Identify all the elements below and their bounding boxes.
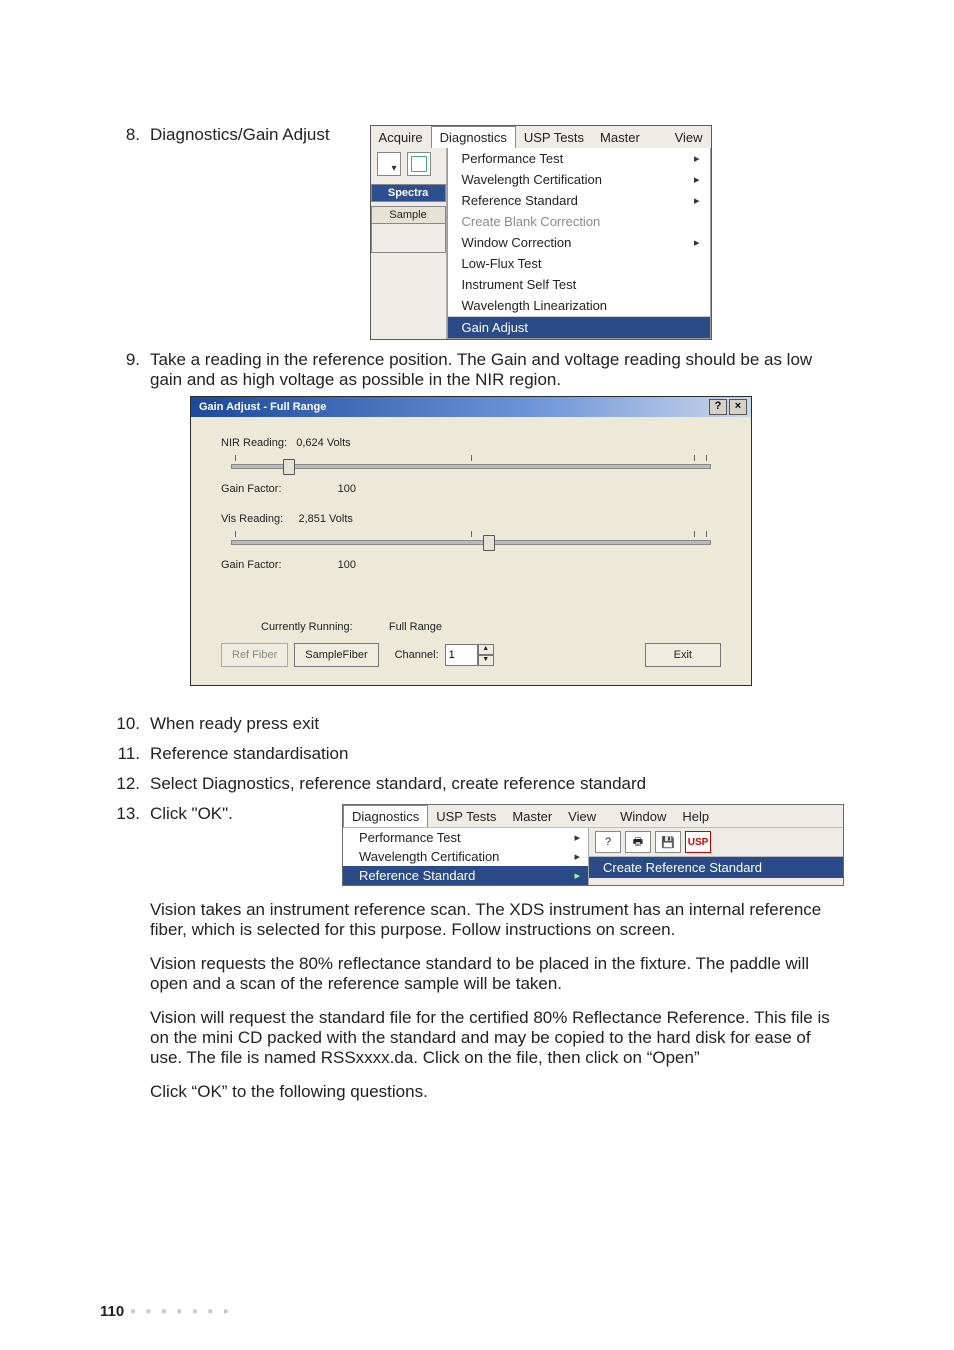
menu-diagnostics[interactable]: Diagnostics [431,126,516,148]
channel-input[interactable] [445,644,478,666]
step-8-text: Diagnostics/Gain Adjust [150,125,330,145]
step-10-text: When ready press exit [150,714,844,734]
step-13-number: 13. [110,804,140,1116]
spinner-down-icon[interactable]: ▼ [478,655,494,666]
diagnostics-dropdown: Performance Test▸ Wavelength Certificati… [447,148,711,339]
channel-spinner[interactable]: ▲ ▼ [445,644,494,666]
vis-gain-factor: Gain Factor: 100 [221,559,721,571]
step-12: 12. Select Diagnostics, reference standa… [110,774,844,794]
menu2-usp[interactable]: USP Tests [428,806,504,827]
nir-reading-value: 0,624 Volts [296,437,350,449]
chevron-right-icon: ▸ [694,236,700,249]
dd-gain-adjust[interactable]: Gain Adjust [448,316,710,338]
vis-gain-slider[interactable] [221,531,721,553]
dd-create-blank-correction: Create Blank Correction [448,211,710,232]
vis-reading-value: 2,851 Volts [298,513,352,525]
close-button[interactable]: × [729,399,747,415]
chevron-right-icon: ▸ [694,152,700,165]
spinner-up-icon[interactable]: ▲ [478,644,494,655]
menu2-toolbar: ? 🖶 💾 USP [589,828,843,857]
spectra-tab[interactable]: Spectra [371,184,446,202]
step-9-number: 9. [110,350,140,704]
paragraph-3: Vision will request the standard file fo… [150,1008,844,1068]
new-doc-tool-icon[interactable] [407,152,431,176]
menu2-view[interactable]: View [560,806,604,827]
reference-standard-menu-screenshot: Diagnostics USP Tests Master View Window… [342,804,844,886]
currently-running: Currently Running: Full Range [261,621,721,633]
diagnostics-menu-screenshot: Acquire Diagnostics USP Tests Master Vie… [370,125,712,340]
dd-low-flux-test[interactable]: Low-Flux Test [448,253,710,274]
menu-usp-tests[interactable]: USP Tests [516,127,592,148]
chevron-right-icon: ▸ [694,173,700,186]
menu-acquire[interactable]: Acquire [371,127,431,148]
chevron-right-icon: ▸ [574,869,580,882]
step-9: 9. Take a reading in the reference posit… [110,350,844,704]
nir-reading-label: NIR Reading: [221,437,287,449]
menu2-dropdown: Performance Test▸ Wavelength Certificati… [343,828,589,885]
menu-master[interactable]: Master [592,127,648,148]
dialog-title: Gain Adjust - Full Range [199,401,326,413]
vis-reading-line: Vis Reading: 2,851 Volts [221,513,721,525]
help-tool-icon[interactable]: ? [595,831,621,853]
dropdown-tool-icon[interactable] [377,152,401,176]
instruction-list: 8. Diagnostics/Gain Adjust Acquire Diagn… [110,125,844,1116]
chevron-right-icon: ▸ [574,850,580,863]
menu2-wavelength-cert[interactable]: Wavelength Certification▸ [343,847,588,866]
step-9-text: Take a reading in the reference position… [150,350,844,390]
paragraph-4: Click “OK” to the following questions. [150,1082,844,1102]
print-tool-icon[interactable]: 🖶 [625,831,651,853]
sample-fiber-button[interactable]: SampleFiber [294,643,378,667]
menu2-performance-test[interactable]: Performance Test▸ [343,828,588,847]
paragraph-1: Vision takes an instrument reference sca… [150,900,844,940]
nir-gain-factor: Gain Factor: 100 [221,483,721,495]
step-12-number: 12. [110,774,140,794]
step-11-number: 11. [110,744,140,764]
footer-dots-icon: ▪ ▪ ▪ ▪ ▪ ▪ ▪ [130,1303,231,1320]
chevron-right-icon: ▸ [574,831,580,844]
save-tool-icon[interactable]: 💾 [655,831,681,853]
menu2-bar: Diagnostics USP Tests Master View Window… [343,805,843,828]
menu2-reference-standard[interactable]: Reference Standard▸ [343,866,588,885]
menu2-diagnostics[interactable]: Diagnostics [343,805,428,827]
step-8: 8. Diagnostics/Gain Adjust Acquire Diagn… [110,125,844,340]
exit-button[interactable]: Exit [645,643,721,667]
nir-reading-line: NIR Reading: 0,624 Volts [221,437,721,449]
toolbar-column: Spectra Sample [371,148,447,339]
help-button[interactable]: ? [709,399,727,415]
dd-reference-standard[interactable]: Reference Standard▸ [448,190,710,211]
usp-tool-icon[interactable]: USP [685,831,711,853]
paragraph-2: Vision requests the 80% reflectance stan… [150,954,844,994]
sample-tab[interactable]: Sample [371,206,446,224]
page-number: 110▪ ▪ ▪ ▪ ▪ ▪ ▪ [100,1303,231,1320]
menu-bar: Acquire Diagnostics USP Tests Master Vie… [371,126,711,148]
dd-instrument-self-test[interactable]: Instrument Self Test [448,274,710,295]
menu-view[interactable]: View [667,127,711,148]
step-10: 10. When ready press exit [110,714,844,734]
step-10-number: 10. [110,714,140,734]
dd-performance-test[interactable]: Performance Test▸ [448,148,710,169]
dd-wavelength-cert[interactable]: Wavelength Certification▸ [448,169,710,190]
sample-row [371,224,446,253]
dd-wavelength-linearization[interactable]: Wavelength Linearization [448,295,710,316]
step-12-text: Select Diagnostics, reference standard, … [150,774,844,794]
gain-adjust-dialog: Gain Adjust - Full Range ? × NIR Reading… [190,396,752,686]
menu2-submenu: Create Reference Standard [589,857,843,878]
menu2-create-reference-standard[interactable]: Create Reference Standard [589,857,843,878]
step-13: 13. Click "OK". Diagnostics USP Tests Ma… [110,804,844,1116]
nir-gain-slider[interactable] [221,455,721,477]
menu2-window[interactable]: Window [612,806,674,827]
menu2-master[interactable]: Master [504,806,560,827]
dialog-titlebar: Gain Adjust - Full Range ? × [191,397,751,417]
step-11: 11. Reference standardisation [110,744,844,764]
step-13-text: Click "OK". [150,804,233,824]
menu2-help[interactable]: Help [674,806,717,827]
vis-reading-label: Vis Reading: [221,513,283,525]
dd-window-correction[interactable]: Window Correction▸ [448,232,710,253]
channel-label: Channel: [395,649,439,661]
step-8-number: 8. [110,125,140,340]
ref-fiber-button: Ref Fiber [221,643,288,667]
step-11-text: Reference standardisation [150,744,844,764]
chevron-right-icon: ▸ [694,194,700,207]
